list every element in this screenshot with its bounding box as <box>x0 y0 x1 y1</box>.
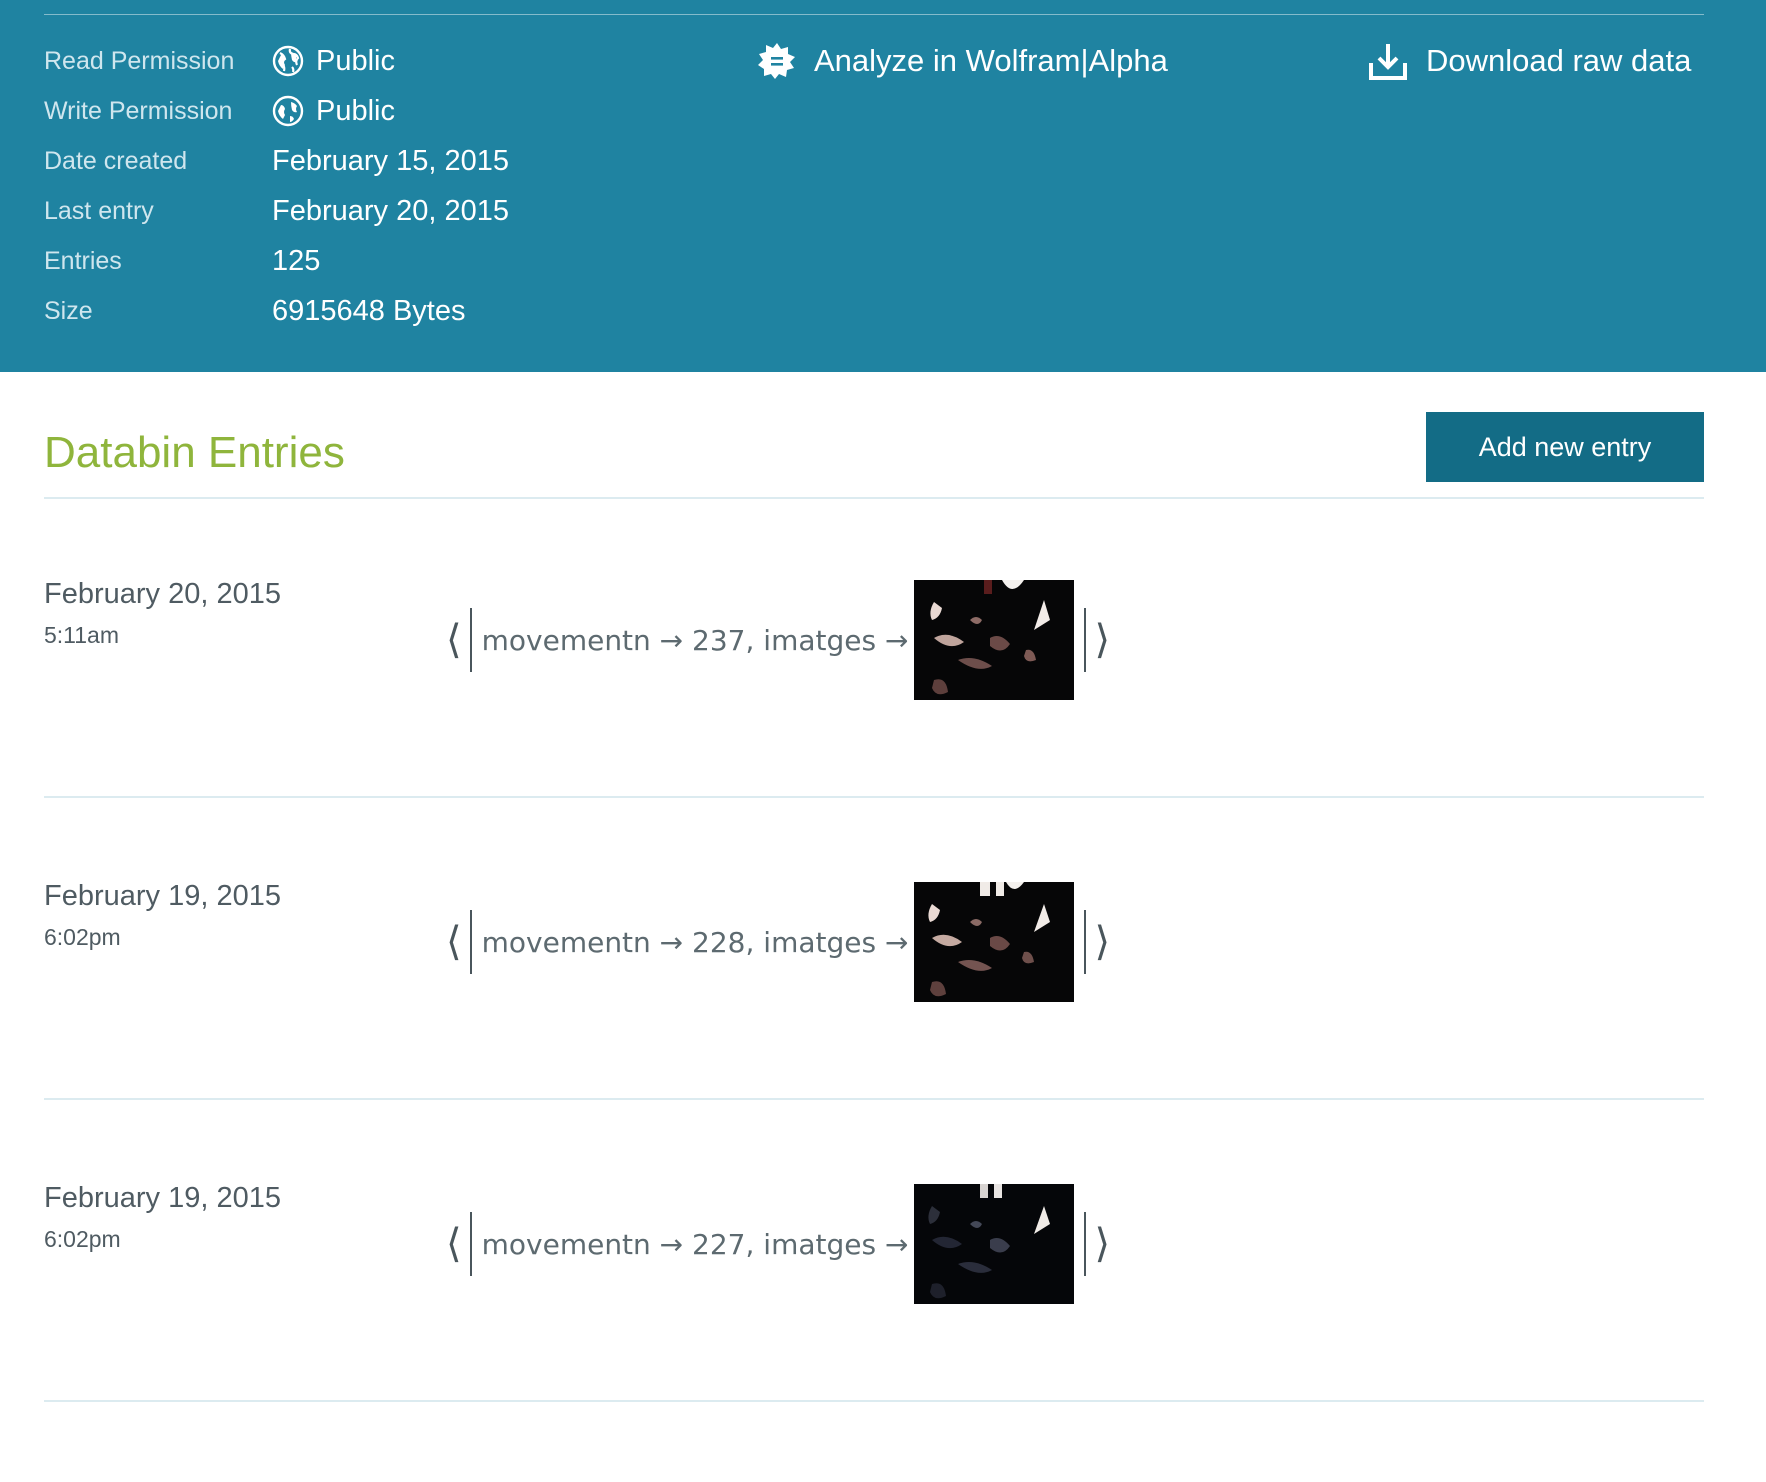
entry-image-thumbnail[interactable] <box>914 1184 1075 1304</box>
entry-time: 6:02pm <box>44 924 121 950</box>
divider <box>44 497 1704 499</box>
list-item[interactable]: February 19, 2015 6:02pm ⟨ movementn → 2… <box>0 1182 1766 1482</box>
analyze-in-wolfram-alpha-link[interactable]: Analyze in Wolfram|Alpha <box>758 38 1168 84</box>
bar <box>469 910 472 974</box>
download-raw-data-link[interactable]: Download raw data <box>1368 38 1691 84</box>
bar <box>1084 608 1087 672</box>
bar <box>1084 1212 1087 1276</box>
globe-icon <box>272 95 304 127</box>
last-entry-row: Last entry February 20, 2015 <box>44 191 509 231</box>
bar <box>469 608 472 672</box>
add-new-entry-button[interactable]: Add new entry <box>1426 412 1704 482</box>
entry-association: ⟨ movementn → 237, imatges → ⟩ <box>446 580 1110 700</box>
entry-date: February 19, 2015 <box>44 1182 281 1214</box>
databin-entries-title: Databin Entries <box>44 428 345 477</box>
entry-date: February 20, 2015 <box>44 578 281 610</box>
size-label: Size <box>44 296 93 325</box>
open-bracket: ⟨ <box>446 919 462 965</box>
analyze-label: Analyze in Wolfram|Alpha <box>814 43 1168 78</box>
entry-image-thumbnail[interactable] <box>914 580 1075 700</box>
download-label: Download raw data <box>1426 43 1692 78</box>
write-permission-label: Write Permission <box>44 96 233 125</box>
close-bracket: ⟩ <box>1094 919 1111 965</box>
close-bracket: ⟩ <box>1094 617 1111 663</box>
bar <box>469 1212 472 1276</box>
databin-info-panel: Read Permission Public Write Permission … <box>0 0 1766 372</box>
open-bracket: ⟨ <box>446 1221 462 1267</box>
last-entry-value: February 20, 2015 <box>272 194 509 227</box>
entry-content: movementn → 228, imatges → <box>481 925 909 959</box>
list-item[interactable]: February 19, 2015 6:02pm ⟨ movementn → 2… <box>0 880 1766 1180</box>
entry-content: movementn → 237, imatges → <box>481 623 909 657</box>
globe-icon <box>272 45 304 77</box>
date-created-row: Date created February 15, 2015 <box>44 141 509 181</box>
entries-count-label: Entries <box>44 246 122 275</box>
last-entry-label: Last entry <box>44 196 154 225</box>
close-bracket: ⟩ <box>1094 1221 1111 1267</box>
date-created-value: February 15, 2015 <box>272 144 509 177</box>
read-permission-value: Public <box>316 44 395 77</box>
divider <box>44 796 1704 798</box>
entry-image-thumbnail[interactable] <box>914 882 1075 1002</box>
entry-time: 6:02pm <box>44 1226 121 1252</box>
entry-time: 5:11am <box>44 622 120 648</box>
size-row: Size 6915648 Bytes <box>44 291 465 331</box>
entries-count-row: Entries 125 <box>44 241 320 281</box>
read-permission-value-wrap: Public <box>272 45 395 78</box>
entries-count-value: 125 <box>272 244 321 277</box>
size-value: 6915648 Bytes <box>272 294 466 327</box>
entry-association: ⟨ movementn → 227, imatges → ⟩ <box>446 1184 1110 1304</box>
write-permission-row: Write Permission Public <box>44 91 395 131</box>
entry-date: February 19, 2015 <box>44 880 281 912</box>
divider <box>44 1098 1704 1100</box>
divider <box>44 1400 1704 1402</box>
date-created-label: Date created <box>44 146 188 175</box>
wolfram-star-icon <box>758 43 795 79</box>
read-permission-row: Read Permission Public <box>44 41 395 81</box>
divider <box>44 14 1704 15</box>
entry-association: ⟨ movementn → 228, imatges → ⟩ <box>446 882 1110 1002</box>
download-icon <box>1369 44 1407 80</box>
list-item[interactable]: February 20, 2015 5:11am ⟨ movementn → 2… <box>0 578 1766 878</box>
write-permission-value: Public <box>316 94 395 127</box>
entry-content: movementn → 227, imatges → <box>481 1227 909 1261</box>
write-permission-value-wrap: Public <box>272 95 395 128</box>
read-permission-label: Read Permission <box>44 46 235 75</box>
open-bracket: ⟨ <box>446 617 462 663</box>
bar <box>1084 910 1087 974</box>
